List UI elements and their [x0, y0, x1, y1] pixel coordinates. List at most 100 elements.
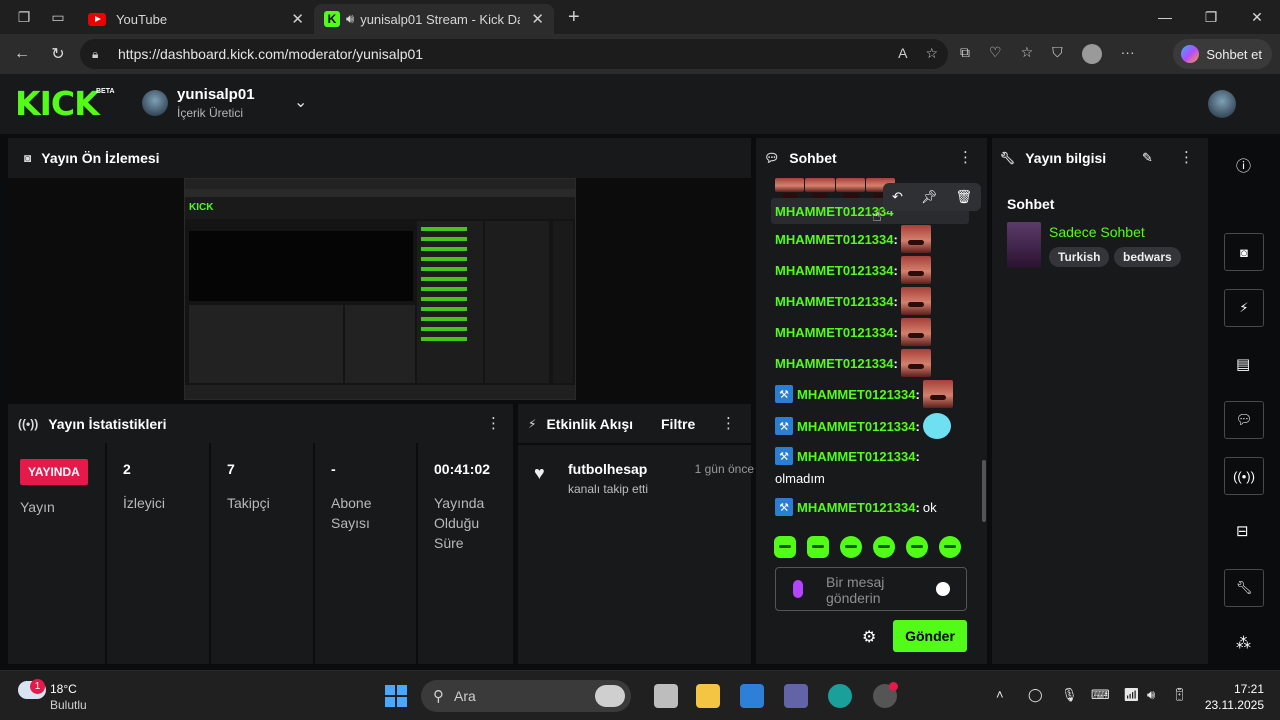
activity-menu-icon[interactable]: ⋮	[721, 416, 736, 431]
broadcast-toggle-icon[interactable]: ((•))	[1224, 457, 1264, 495]
wrench-toggle-icon[interactable]: 🔧︎	[1224, 569, 1264, 607]
tab-youtube[interactable]: YouTube ✕	[78, 4, 314, 34]
user-avatar[interactable]	[1208, 90, 1236, 118]
activity-user[interactable]: futbolhesap	[568, 461, 647, 477]
delete-icon[interactable]: 🗑︎	[955, 189, 972, 205]
emoji-picker-icon[interactable]	[936, 582, 950, 596]
emote-button[interactable]	[939, 536, 961, 558]
chat-message[interactable]: MHAMMET0121334:	[775, 287, 931, 315]
read-aloud-icon[interactable]: A	[898, 45, 907, 62]
clock[interactable]: 17:21 23.11.2025	[1198, 681, 1264, 713]
chat-username[interactable]: MHAMMET0121334	[797, 387, 916, 402]
chat-username[interactable]: MHAMMET0121334	[797, 500, 916, 515]
keyboard-tray-icon[interactable]: ⌨	[1091, 687, 1110, 703]
chat-message-input[interactable]: Bir mesaj gönderin	[775, 567, 967, 611]
file-explorer-icon[interactable]	[696, 684, 720, 708]
chat-username[interactable]: MHAMMET0121334	[775, 232, 894, 247]
chat-message[interactable]: MHAMMET0121334:	[775, 349, 931, 377]
workspaces-icon[interactable]: ❐	[14, 7, 34, 27]
tab-actions-icon[interactable]: ▭	[48, 7, 68, 27]
tab-kick[interactable]: K 🔊︎ yunisalp01 Stream - Kick Da ✕	[314, 4, 554, 34]
url-bar[interactable]: 🔒︎ https://dashboard.kick.com/moderator/…	[80, 39, 948, 69]
category-link[interactable]: Sadece Sohbet	[1049, 224, 1145, 240]
more-widgets-icon[interactable]: ⁂	[1236, 634, 1251, 652]
undo-icon[interactable]: ↶	[892, 189, 903, 205]
stream-tag[interactable]: Turkish	[1049, 247, 1110, 267]
taskbar-search[interactable]: ⚲ Ara	[421, 680, 631, 712]
stats-menu-icon[interactable]: ⋮	[486, 416, 501, 431]
refresh-icon[interactable]: ↻	[48, 44, 68, 64]
edit-pencil-icon[interactable]: ✎	[1142, 150, 1153, 166]
chat-message[interactable]: MHAMMET0121334:	[775, 225, 931, 253]
favorite-star-icon[interactable]: ☆	[925, 45, 938, 62]
edge-icon[interactable]	[828, 684, 852, 708]
volume-icon[interactable]: 🔊︎	[1147, 687, 1155, 703]
extensions-icon[interactable]: ⧉	[960, 44, 970, 64]
chat-menu-icon[interactable]: ⋮	[958, 150, 973, 165]
search-highlight-icon	[595, 685, 625, 707]
layout-icon[interactable]: ⊟	[1236, 522, 1249, 540]
task-view-icon[interactable]	[654, 684, 678, 708]
preview-title: Yayın Ön İzlemesi	[41, 150, 160, 166]
chat-username[interactable]: MHAMMET0121334	[775, 294, 894, 309]
new-tab-icon[interactable]: +	[568, 6, 580, 29]
stats-title-row: ((•)) Yayın İstatistikleri	[18, 416, 166, 432]
more-menu-icon[interactable]: ···	[1121, 44, 1135, 64]
copilot-button[interactable]: Sohbet et	[1173, 39, 1272, 69]
chat-username[interactable]: MHAMMET0121334	[797, 419, 916, 434]
site-info-icon[interactable]: 🔒︎	[92, 47, 106, 61]
stream-preview-video[interactable]	[8, 178, 751, 400]
favorites-icon[interactable]: ☆	[1021, 44, 1034, 64]
emote-button[interactable]	[840, 536, 862, 558]
battery-icon[interactable]: 🔋︎	[1171, 687, 1188, 703]
profile-avatar[interactable]	[1081, 44, 1102, 64]
notes-icon[interactable]: ▤	[1236, 355, 1250, 373]
store-icon[interactable]	[740, 684, 764, 708]
speaker-icon[interactable]: 🔊︎	[346, 11, 354, 27]
chat-username[interactable]: MHAMMET0121334	[775, 356, 894, 371]
pin-icon[interactable]: 📌︎	[921, 189, 938, 205]
chat-message[interactable]: ⚒ MHAMMET0121334:	[775, 380, 953, 408]
preview-toggle-icon[interactable]: ◙	[1224, 233, 1264, 271]
kick-logo[interactable]: KICK	[15, 87, 100, 120]
chat-message[interactable]: MHAMMET0121334:	[775, 318, 931, 346]
chat-scrollbar[interactable]	[982, 460, 986, 522]
maximize-icon[interactable]: ❐	[1188, 0, 1234, 34]
info-menu-icon[interactable]: ⋮	[1179, 150, 1194, 165]
microphone-icon[interactable]	[793, 580, 803, 598]
back-icon[interactable]: ←	[12, 45, 32, 63]
filter-button[interactable]: Filtre	[661, 416, 695, 432]
chat-username[interactable]: MHAMMET0121334	[775, 263, 894, 278]
stream-tag[interactable]: bedwars	[1114, 247, 1181, 267]
send-button[interactable]: Gönder	[893, 620, 967, 652]
windows-taskbar: 1 18°C Bulutlu ⚲ Ara ˄ ◯ 🎙︎ ⌨ 📶︎ 🔊︎ 🔋︎ 1…	[0, 670, 1280, 720]
chat-message-list[interactable]: MHAMMET0121334 MHAMMET0121334: MHAMMET01…	[756, 178, 987, 530]
shield-icon[interactable]: ⛉	[1052, 44, 1063, 64]
close-tab-icon[interactable]: ✕	[291, 10, 304, 28]
teams-icon[interactable]	[784, 684, 808, 708]
close-tab-icon[interactable]: ✕	[531, 10, 544, 28]
copilot-tray-icon[interactable]: ◯	[1028, 687, 1043, 703]
chat-username[interactable]: MHAMMET0121334	[775, 325, 894, 340]
browser-essentials-icon[interactable]: ♡	[989, 44, 1002, 64]
chat-toggle-icon[interactable]: 💬︎	[1224, 401, 1264, 439]
chat-message[interactable]: ⚒ MHAMMET0121334:	[775, 413, 951, 439]
close-window-icon[interactable]: ✕	[1234, 0, 1280, 34]
emote-button[interactable]	[774, 536, 796, 558]
emote-button[interactable]	[906, 536, 928, 558]
emote-button[interactable]	[873, 536, 895, 558]
minimize-icon[interactable]: —	[1142, 0, 1188, 34]
start-windows-icon[interactable]	[385, 685, 407, 707]
chevron-down-icon[interactable]: ⌄	[294, 92, 307, 112]
channel-name[interactable]: yunisalp01	[177, 86, 255, 103]
wifi-icon[interactable]: 📶︎	[1123, 687, 1140, 703]
activity-toggle-icon[interactable]: ⚡︎	[1224, 289, 1264, 327]
chat-message[interactable]: ⚒ MHAMMET0121334: ok	[775, 494, 937, 520]
chat-username[interactable]: MHAMMET0121334	[797, 449, 916, 464]
tray-chevron-up-icon[interactable]: ˄	[996, 687, 1004, 702]
microphone-tray-icon[interactable]: 🎙︎	[1061, 687, 1078, 703]
emote-button[interactable]	[807, 536, 829, 558]
chat-message[interactable]: MHAMMET0121334:	[775, 256, 931, 284]
chat-settings-gear-icon[interactable]: ⚙	[862, 627, 876, 647]
info-icon[interactable]: ⓘ	[1236, 155, 1251, 176]
